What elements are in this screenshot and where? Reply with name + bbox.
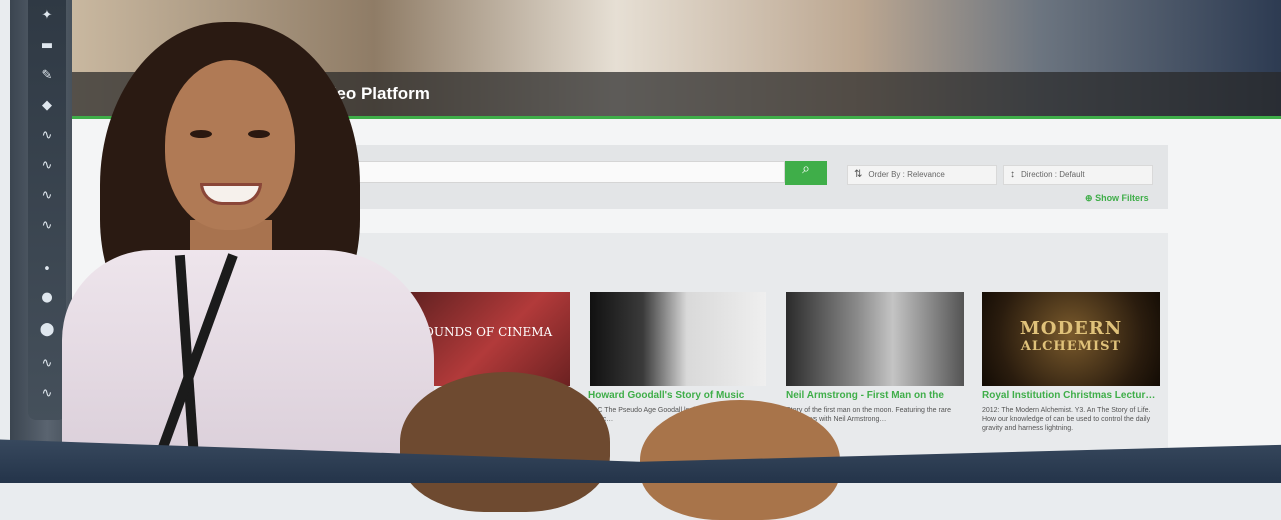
search-input[interactable] <box>330 161 785 183</box>
sort-icon: ⇅ <box>854 169 863 180</box>
direction-label: Direction : Default <box>1021 170 1085 179</box>
order-by-select[interactable]: ⇅ Order By : Relevance <box>847 165 997 185</box>
dot-small-icon[interactable]: • <box>39 262 55 278</box>
video-description: 2012: The Modern Alchemist. Y3. An The S… <box>982 407 1151 432</box>
direction-select[interactable]: ↕ Direction : Default <box>1003 165 1153 185</box>
dot-medium-icon[interactable]: ● <box>39 290 55 306</box>
presenter-eye <box>190 130 212 138</box>
show-filters-label: Show Filters <box>1095 193 1149 203</box>
thumbnail-title: MODERN <box>1019 318 1123 339</box>
thumbnail-text: MODERN ALCHEMIST <box>982 318 1160 354</box>
video-title[interactable]: Royal Institution Christmas Lectur… <box>982 390 1160 401</box>
thumbnail-subtitle: ALCHEMIST <box>1020 339 1122 354</box>
plus-circle-icon: ⊕ <box>1085 193 1093 203</box>
stroke-icon[interactable]: ∿ <box>39 188 55 204</box>
video-title[interactable]: Neil Armstrong - First Man on the <box>786 390 964 401</box>
stroke-icon[interactable]: ∿ <box>39 218 55 234</box>
pen-icon[interactable]: ✎ <box>39 68 55 84</box>
up-down-icon: ↕ <box>1010 169 1015 180</box>
order-by-label: Order By : Relevance <box>868 170 945 179</box>
pen-toolbar: ✦ ▬ ✎ ◆ ∿ ∿ ∿ ∿ • ● ⬤ ∿ ∿ <box>28 0 66 420</box>
shape-icon[interactable]: ◆ <box>39 98 55 114</box>
dot-large-icon[interactable]: ⬤ <box>39 322 55 338</box>
video-thumbnail[interactable] <box>786 292 964 386</box>
arrow-icon[interactable]: ✦ <box>39 8 55 24</box>
stroke-icon[interactable]: ∿ <box>39 356 55 372</box>
show-filters-link[interactable]: ⊕ Show Filters <box>1085 193 1149 204</box>
search-button[interactable]: ⌕ <box>785 161 827 185</box>
stroke-icon[interactable]: ∿ <box>39 158 55 174</box>
stroke-icon[interactable]: ∿ <box>39 386 55 402</box>
video-thumbnail[interactable] <box>590 292 766 386</box>
stroke-icon[interactable]: ∿ <box>39 128 55 144</box>
audience-head <box>400 372 610 512</box>
search-icon: ⌕ <box>802 161 810 177</box>
presenter-eye <box>248 130 270 138</box>
eraser-icon[interactable]: ▬ <box>39 38 55 54</box>
